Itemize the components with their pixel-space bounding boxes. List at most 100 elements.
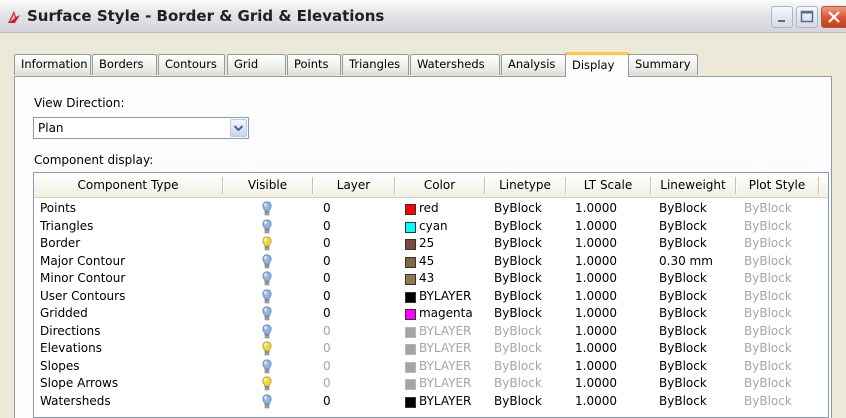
lightbulb-off-icon[interactable] bbox=[262, 341, 272, 357]
linetype-cell[interactable]: ByBlock bbox=[494, 340, 542, 357]
lineweight-cell[interactable]: ByBlock bbox=[659, 288, 707, 305]
color-cell[interactable]: BYLAYER bbox=[419, 288, 471, 305]
lt-scale-cell[interactable]: 1.0000 bbox=[575, 358, 617, 375]
plot-style-cell[interactable]: ByBlock bbox=[744, 393, 792, 410]
tab-analysis[interactable]: Analysis bbox=[501, 54, 566, 75]
plot-style-cell[interactable]: ByBlock bbox=[744, 323, 792, 340]
table-row[interactable]: Minor Contour 0 43 ByBlock 1.0000 ByBlock ByBl… bbox=[34, 270, 828, 288]
close-button[interactable] bbox=[821, 6, 846, 28]
layer-cell[interactable]: 0 bbox=[323, 323, 331, 340]
table-row[interactable]: Points 0 red ByBlock 1.0000 ByBlock ByBlock bbox=[34, 200, 828, 218]
color-cell[interactable]: BYLAYER bbox=[419, 323, 471, 340]
table-row[interactable]: Slopes 0 BYLAYER ByBlock 1.0000 ByBlock ByBloc… bbox=[34, 358, 828, 376]
lineweight-cell[interactable]: ByBlock bbox=[659, 358, 707, 375]
color-cell[interactable]: red bbox=[419, 200, 439, 217]
view-direction-dropdown-button[interactable] bbox=[230, 119, 247, 137]
lightbulb-on-icon[interactable] bbox=[262, 393, 272, 410]
lineweight-cell[interactable]: ByBlock bbox=[659, 375, 707, 392]
layer-cell[interactable]: 0 bbox=[323, 393, 331, 410]
lineweight-cell[interactable]: ByBlock bbox=[659, 323, 707, 340]
column-header-lineweight[interactable]: Lineweight bbox=[651, 173, 735, 197]
plot-style-cell[interactable]: ByBlock bbox=[744, 218, 792, 235]
table-row[interactable]: Elevations 0 BYLAYER ByBlock 1.0000 ByBlock By… bbox=[34, 340, 828, 358]
column-header-color[interactable]: Color bbox=[395, 173, 484, 197]
lightbulb-off-icon[interactable] bbox=[262, 376, 272, 392]
linetype-cell[interactable]: ByBlock bbox=[494, 235, 542, 252]
lt-scale-cell[interactable]: 1.0000 bbox=[575, 393, 617, 410]
plot-style-cell[interactable]: ByBlock bbox=[744, 375, 792, 392]
plot-style-cell[interactable]: ByBlock bbox=[744, 305, 792, 322]
lightbulb-on-icon[interactable] bbox=[262, 323, 272, 340]
color-cell[interactable]: magenta bbox=[419, 305, 473, 322]
layer-cell[interactable]: 0 bbox=[323, 288, 331, 305]
table-row[interactable]: Triangles 0 cyan ByBlock 1.0000 ByBlock ByBloc… bbox=[34, 218, 828, 236]
plot-style-cell[interactable]: ByBlock bbox=[744, 235, 792, 252]
lightbulb-on-icon[interactable] bbox=[262, 288, 272, 305]
color-cell[interactable]: BYLAYER bbox=[419, 340, 471, 357]
layer-cell[interactable]: 0 bbox=[323, 375, 331, 392]
lt-scale-cell[interactable]: 1.0000 bbox=[575, 305, 617, 322]
linetype-cell[interactable]: ByBlock bbox=[494, 218, 542, 235]
table-row[interactable]: Directions 0 BYLAYER ByBlock 1.0000 ByBlock By… bbox=[34, 323, 828, 341]
plot-style-cell[interactable]: ByBlock bbox=[744, 340, 792, 357]
lt-scale-cell[interactable]: 1.0000 bbox=[575, 375, 617, 392]
linetype-cell[interactable]: ByBlock bbox=[494, 200, 542, 217]
column-header-plot-style[interactable]: Plot Style bbox=[736, 173, 818, 197]
linetype-cell[interactable]: ByBlock bbox=[494, 393, 542, 410]
color-cell[interactable]: 25 bbox=[419, 235, 434, 252]
table-row[interactable]: Watersheds 0 BYLAYER ByBlock 1.0000 ByBlock By… bbox=[34, 393, 828, 411]
tab-summary[interactable]: Summary bbox=[628, 54, 698, 75]
lt-scale-cell[interactable]: 1.0000 bbox=[575, 235, 617, 252]
lightbulb-on-icon[interactable] bbox=[262, 201, 272, 217]
linetype-cell[interactable]: ByBlock bbox=[494, 288, 542, 305]
linetype-cell[interactable]: ByBlock bbox=[494, 375, 542, 392]
tab-borders[interactable]: Borders bbox=[92, 54, 157, 75]
lt-scale-cell[interactable]: 1.0000 bbox=[575, 270, 617, 287]
tab-watersheds[interactable]: Watersheds bbox=[410, 54, 500, 75]
lt-scale-cell[interactable]: 1.0000 bbox=[575, 253, 617, 270]
color-cell[interactable]: cyan bbox=[419, 218, 448, 235]
linetype-cell[interactable]: ByBlock bbox=[494, 305, 542, 322]
plot-style-cell[interactable]: ByBlock bbox=[744, 288, 792, 305]
lineweight-cell[interactable]: ByBlock bbox=[659, 270, 707, 287]
column-header-visible[interactable]: Visible bbox=[223, 173, 312, 197]
layer-cell[interactable]: 0 bbox=[323, 358, 331, 375]
color-cell[interactable]: 43 bbox=[419, 270, 434, 287]
tab-triangles[interactable]: Triangles bbox=[342, 54, 409, 75]
lineweight-cell[interactable]: 0.30 mm bbox=[659, 253, 713, 270]
view-direction-select[interactable]: Plan bbox=[33, 117, 249, 139]
layer-cell[interactable]: 0 bbox=[323, 200, 331, 217]
lightbulb-off-icon[interactable] bbox=[262, 236, 272, 252]
lt-scale-cell[interactable]: 1.0000 bbox=[575, 323, 617, 340]
table-row[interactable]: User Contours 0 BYLAYER ByBlock 1.0000 ByBloc… bbox=[34, 288, 828, 306]
layer-cell[interactable]: 0 bbox=[323, 235, 331, 252]
maximize-button[interactable] bbox=[796, 6, 818, 28]
column-header-component-type[interactable]: Component Type bbox=[34, 173, 222, 197]
linetype-cell[interactable]: ByBlock bbox=[494, 358, 542, 375]
component-display-list[interactable]: Component Type Visible Layer Color Linet… bbox=[33, 172, 829, 418]
table-row[interactable]: Slope Arrows 0 BYLAYER ByBlock 1.0000 ByBlock… bbox=[34, 375, 828, 393]
lightbulb-on-icon[interactable] bbox=[262, 306, 272, 322]
layer-cell[interactable]: 0 bbox=[323, 218, 331, 235]
plot-style-cell[interactable]: ByBlock bbox=[744, 200, 792, 217]
tab-contours[interactable]: Contours bbox=[158, 54, 225, 75]
color-cell[interactable]: BYLAYER bbox=[419, 375, 471, 392]
table-row[interactable]: Gridded 0 magenta ByBlock 1.0000 ByBlock ByBlo… bbox=[34, 305, 828, 323]
plot-style-cell[interactable]: ByBlock bbox=[744, 253, 792, 270]
layer-cell[interactable]: 0 bbox=[323, 253, 331, 270]
linetype-cell[interactable]: ByBlock bbox=[494, 323, 542, 340]
lineweight-cell[interactable]: ByBlock bbox=[659, 235, 707, 252]
layer-cell[interactable]: 0 bbox=[323, 340, 331, 357]
layer-cell[interactable]: 0 bbox=[323, 270, 331, 287]
plot-style-cell[interactable]: ByBlock bbox=[744, 358, 792, 375]
lightbulb-on-icon[interactable] bbox=[262, 253, 272, 270]
column-header-linetype[interactable]: Linetype bbox=[485, 173, 565, 197]
lt-scale-cell[interactable]: 1.0000 bbox=[575, 218, 617, 235]
lightbulb-on-icon[interactable] bbox=[262, 271, 272, 287]
lineweight-cell[interactable]: ByBlock bbox=[659, 200, 707, 217]
tab-information[interactable]: Information bbox=[14, 54, 91, 75]
table-row[interactable]: Major Contour 0 45 ByBlock 1.0000 0.30 mm ByBl… bbox=[34, 253, 828, 271]
color-cell[interactable]: 45 bbox=[419, 253, 434, 270]
title-bar[interactable]: Surface Style - Border & Grid & Elevatio… bbox=[0, 0, 846, 33]
lightbulb-on-icon[interactable] bbox=[262, 358, 272, 375]
